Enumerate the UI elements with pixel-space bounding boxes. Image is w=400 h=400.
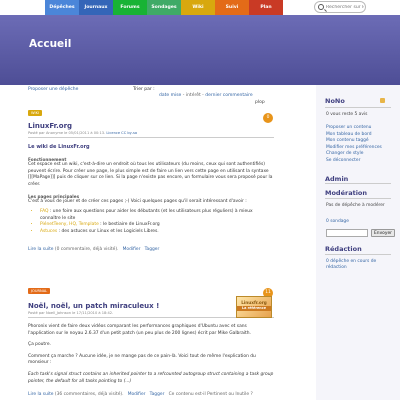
read-more-link[interactable]: Lire la suite <box>28 392 54 397</box>
section-tabs: Dépêches Journaux Forums Sondages Wiki S… <box>45 0 283 15</box>
tag-link[interactable]: Tagger <box>150 392 165 397</box>
divider <box>325 254 391 255</box>
sidebar: NoNo 0 vous reste 5 avis Proposer un con… <box>316 85 400 400</box>
logo-subtext: La référence <box>237 306 271 311</box>
votes-remaining: 0 vous reste 5 avis <box>326 112 368 117</box>
search-input[interactable] <box>326 4 364 11</box>
page-list: FAQ : une foire aux questions pour aider… <box>40 209 274 235</box>
user-links: Proposer un contenu Mon tableau de bord … <box>326 125 382 165</box>
sort-options: date mise - intérêt - dernier commentair… <box>159 93 253 98</box>
comment-info: (36 commentaires, déjà visité). <box>54 392 124 398</box>
divider <box>325 107 391 108</box>
sort-interest[interactable]: intérêt <box>186 93 201 98</box>
article-author-date: Posté par Anonyme le 05/01/2011 à 00:13. <box>28 131 106 135</box>
paragraph: Comment ça marche ? Aucune idée, je ne m… <box>28 353 256 366</box>
sort-label: Trier par : <box>133 87 155 92</box>
article-journal: JOURNAL 11 Linuxfr.org La référence Noël… <box>28 288 274 397</box>
search-icon <box>318 4 324 10</box>
page-title: Accueil <box>29 38 72 50</box>
astuces-link[interactable]: Astuces <box>40 229 57 234</box>
wiki-badge[interactable]: WIKI <box>28 110 43 116</box>
top-navigation: Dépêches Journaux Forums Sondages Wiki S… <box>0 0 400 15</box>
article-footer: Lire la suite (36 commentaires, déjà vis… <box>28 392 274 397</box>
list-item: PiénetTeeny, HQ, Template : le bestiaire… <box>40 222 274 229</box>
article-footer: Lire la suite (0 commentaire, déjà visit… <box>28 247 274 252</box>
wiki-heading: Le wiki de LinuxFr.org <box>28 144 90 150</box>
redaction-status[interactable]: 0 dépêche en cours de rédaction <box>326 259 394 272</box>
avatar-icon[interactable] <box>380 98 385 103</box>
faq-link[interactable]: FAQ <box>40 209 49 214</box>
read-more-link[interactable]: Lire la suite <box>28 247 54 252</box>
moderation-heading: Modération <box>325 189 368 197</box>
tab-journaux[interactable]: Journaux <box>79 0 113 15</box>
divider <box>325 198 391 199</box>
poll-input[interactable] <box>326 229 368 237</box>
send-button[interactable]: Envoyer <box>371 229 395 237</box>
list-item: Astuces : des astuces sur Linux et les L… <box>40 229 274 236</box>
tab-depeches[interactable]: Dépêches <box>45 0 79 15</box>
page-header: Accueil <box>0 15 400 85</box>
article-wiki: WIKI 0 LinuxFr.org Posté par Anonyme le … <box>28 110 274 252</box>
paragraph: C'est à vous de jouer et de créer ces pa… <box>28 199 247 205</box>
paragraph: Cet espace est un wiki, c'est-à-dire un … <box>28 162 273 187</box>
user-name: NoNo <box>325 97 345 105</box>
modify-link[interactable]: Modifier <box>128 392 146 397</box>
tab-plan[interactable]: Plan <box>249 0 283 15</box>
tag-link[interactable]: Tagger <box>145 247 160 252</box>
main-content: Proposer une dépêche Trier par : date mi… <box>0 85 316 400</box>
tab-wiki[interactable]: Wiki <box>181 0 215 15</box>
comment-count-badge[interactable]: 0 <box>263 113 273 123</box>
redaction-heading: Rédaction <box>325 245 362 253</box>
poll-link[interactable]: 0 sondage <box>326 219 349 224</box>
list-item-text: : des astuces sur Linux et les Logiciels… <box>57 228 159 234</box>
comment-info: (0 commentaire, déjà visité). <box>54 247 119 253</box>
sort-date-link[interactable]: date mise <box>159 93 181 98</box>
tab-suivi[interactable]: Suivi <box>215 0 249 15</box>
search-box[interactable] <box>314 1 366 13</box>
quote: Each task's signal struct contains an in… <box>28 371 274 384</box>
divider <box>325 183 391 184</box>
tab-sondages[interactable]: Sondages <box>147 0 181 15</box>
article-meta: Posté par Anonyme le 05/01/2011 à 00:13.… <box>28 131 274 135</box>
paragraph: Ça poutre. <box>28 342 51 348</box>
propose-news-link[interactable]: Proposer une dépêche <box>28 87 78 92</box>
admin-heading: Admin <box>325 175 349 183</box>
logo-text: Linuxfr.org <box>241 300 267 305</box>
linuxfr-logo-image: Linuxfr.org La référence <box>236 296 272 318</box>
propose-content-link[interactable]: Proposer un contenu <box>326 125 382 132</box>
sort-last-comment-link[interactable]: dernier commentaire <box>205 93 252 98</box>
change-style-link[interactable]: Changer de style <box>326 151 382 158</box>
article-title[interactable]: LinuxFr.org <box>28 122 274 130</box>
license-link[interactable]: Licence CC by-sa <box>106 131 137 135</box>
list-item-text: : une foire aux questions pour aider les… <box>40 208 253 221</box>
tagged-content-link[interactable]: Mon contenu taggé <box>326 138 382 145</box>
moderation-status: Pas de dépêche à modérer <box>326 203 385 208</box>
relevance-question[interactable]: Ce contenu est-il Pertinent ou Inutile ? <box>169 392 253 397</box>
list-item-text: : le bestiaire de LinuxFr.org <box>98 222 160 228</box>
paragraph: Phoronix vient de faire deux vidéos comp… <box>28 324 251 336</box>
logout-link[interactable]: Se déconnecter <box>326 158 382 165</box>
divider <box>28 137 274 138</box>
tab-forums[interactable]: Forums <box>113 0 147 15</box>
bestiaire-link[interactable]: PiénetTeeny, HQ, Template <box>40 222 99 227</box>
journal-badge[interactable]: JOURNAL <box>28 288 51 294</box>
list-item: FAQ : une foire aux questions pour aider… <box>40 209 274 222</box>
modify-link[interactable]: Modifier <box>123 247 141 252</box>
plop-text: plop <box>255 100 265 105</box>
